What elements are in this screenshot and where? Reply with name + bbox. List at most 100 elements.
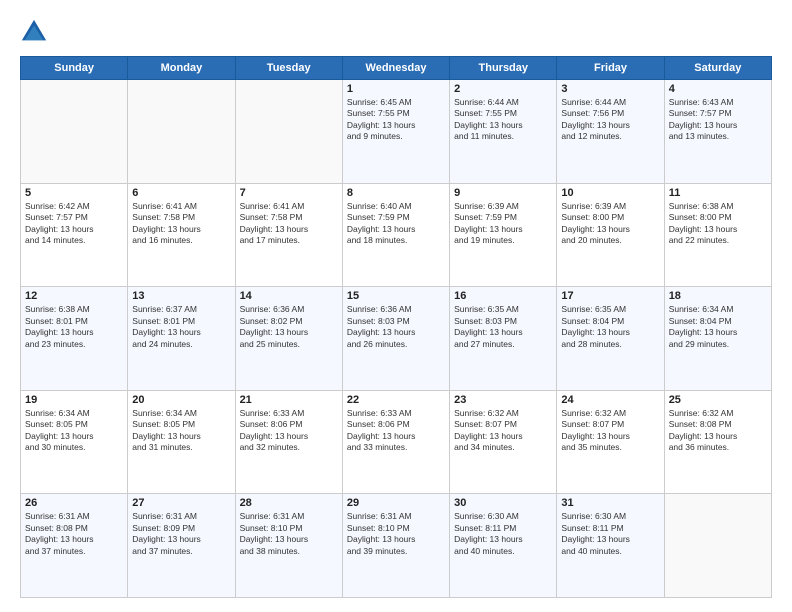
day-info: Sunrise: 6:39 AM Sunset: 8:00 PM Dayligh… <box>561 201 659 247</box>
day-info: Sunrise: 6:33 AM Sunset: 8:06 PM Dayligh… <box>347 408 445 454</box>
weekday-header-thursday: Thursday <box>450 57 557 80</box>
weekday-row: SundayMondayTuesdayWednesdayThursdayFrid… <box>21 57 772 80</box>
calendar-cell <box>128 80 235 184</box>
day-info: Sunrise: 6:44 AM Sunset: 7:56 PM Dayligh… <box>561 97 659 143</box>
day-info: Sunrise: 6:34 AM Sunset: 8:04 PM Dayligh… <box>669 304 767 350</box>
calendar-week-4: 19 Sunrise: 6:34 AM Sunset: 8:05 PM Dayli… <box>21 390 772 494</box>
day-number: 6 <box>132 187 230 199</box>
day-number: 19 <box>25 394 123 406</box>
day-info: Sunrise: 6:31 AM Sunset: 8:10 PM Dayligh… <box>240 511 338 557</box>
day-number: 31 <box>561 497 659 509</box>
calendar-cell <box>664 494 771 598</box>
calendar-cell: 27 Sunrise: 6:31 AM Sunset: 8:09 PM Dayli… <box>128 494 235 598</box>
calendar-cell: 6 Sunrise: 6:41 AM Sunset: 7:58 PM Daylig… <box>128 183 235 287</box>
day-number: 22 <box>347 394 445 406</box>
calendar-cell: 21Sunrise: 6:33 AM Sunset: 8:06 PM Dayli… <box>235 390 342 494</box>
calendar-cell: 25 Sunrise: 6:32 AM Sunset: 8:08 PM Dayli… <box>664 390 771 494</box>
calendar-cell: 3 Sunrise: 6:44 AM Sunset: 7:56 PM Daylig… <box>557 80 664 184</box>
calendar-cell: 5 Sunrise: 6:42 AM Sunset: 7:57 PM Daylig… <box>21 183 128 287</box>
day-info: Sunrise: 6:38 AM Sunset: 8:00 PM Dayligh… <box>669 201 767 247</box>
calendar-cell: 16 Sunrise: 6:35 AM Sunset: 8:03 PM Dayli… <box>450 287 557 391</box>
calendar-cell: 31 Sunrise: 6:30 AM Sunset: 8:11 PM Dayli… <box>557 494 664 598</box>
day-info: Sunrise: 6:31 AM Sunset: 8:09 PM Dayligh… <box>132 511 230 557</box>
day-number: 27 <box>132 497 230 509</box>
calendar-cell: 9Sunrise: 6:39 AM Sunset: 7:59 PM Daylig… <box>450 183 557 287</box>
day-number: 20 <box>132 394 230 406</box>
calendar-cell <box>21 80 128 184</box>
calendar-week-3: 12 Sunrise: 6:38 AM Sunset: 8:01 PM Dayli… <box>21 287 772 391</box>
calendar-body: 1Sunrise: 6:45 AM Sunset: 7:55 PM Daylig… <box>21 80 772 598</box>
day-number: 24 <box>561 394 659 406</box>
calendar-cell: 30 Sunrise: 6:30 AM Sunset: 8:11 PM Dayli… <box>450 494 557 598</box>
day-info: Sunrise: 6:32 AM Sunset: 8:07 PM Dayligh… <box>561 408 659 454</box>
calendar-cell: 7Sunrise: 6:41 AM Sunset: 7:58 PM Daylig… <box>235 183 342 287</box>
day-info: Sunrise: 6:43 AM Sunset: 7:57 PM Dayligh… <box>669 97 767 143</box>
calendar-cell: 15Sunrise: 6:36 AM Sunset: 8:03 PM Dayli… <box>342 287 449 391</box>
day-number: 3 <box>561 83 659 95</box>
day-number: 12 <box>25 290 123 302</box>
day-number: 15 <box>347 290 445 302</box>
calendar-cell: 11 Sunrise: 6:38 AM Sunset: 8:00 PM Dayli… <box>664 183 771 287</box>
day-number: 13 <box>132 290 230 302</box>
day-info: Sunrise: 6:31 AM Sunset: 8:08 PM Dayligh… <box>25 511 123 557</box>
day-number: 2 <box>454 83 552 95</box>
day-info: Sunrise: 6:41 AM Sunset: 7:58 PM Dayligh… <box>240 201 338 247</box>
weekday-header-saturday: Saturday <box>664 57 771 80</box>
header <box>20 18 772 46</box>
day-number: 14 <box>240 290 338 302</box>
day-info: Sunrise: 6:32 AM Sunset: 8:08 PM Dayligh… <box>669 408 767 454</box>
day-info: Sunrise: 6:42 AM Sunset: 7:57 PM Dayligh… <box>25 201 123 247</box>
calendar-cell: 20 Sunrise: 6:34 AM Sunset: 8:05 PM Dayli… <box>128 390 235 494</box>
day-info: Sunrise: 6:44 AM Sunset: 7:55 PM Dayligh… <box>454 97 552 143</box>
day-number: 1 <box>347 83 445 95</box>
calendar-cell: 28 Sunrise: 6:31 AM Sunset: 8:10 PM Dayli… <box>235 494 342 598</box>
day-number: 21 <box>240 394 338 406</box>
calendar-week-1: 1Sunrise: 6:45 AM Sunset: 7:55 PM Daylig… <box>21 80 772 184</box>
calendar-cell: 19 Sunrise: 6:34 AM Sunset: 8:05 PM Dayli… <box>21 390 128 494</box>
weekday-header-sunday: Sunday <box>21 57 128 80</box>
calendar-cell: 26 Sunrise: 6:31 AM Sunset: 8:08 PM Dayli… <box>21 494 128 598</box>
day-info: Sunrise: 6:31 AM Sunset: 8:10 PM Dayligh… <box>347 511 445 557</box>
day-info: Sunrise: 6:30 AM Sunset: 8:11 PM Dayligh… <box>454 511 552 557</box>
day-info: Sunrise: 6:34 AM Sunset: 8:05 PM Dayligh… <box>132 408 230 454</box>
day-number: 28 <box>240 497 338 509</box>
weekday-header-friday: Friday <box>557 57 664 80</box>
day-number: 25 <box>669 394 767 406</box>
day-info: Sunrise: 6:35 AM Sunset: 8:03 PM Dayligh… <box>454 304 552 350</box>
day-info: Sunrise: 6:38 AM Sunset: 8:01 PM Dayligh… <box>25 304 123 350</box>
calendar-cell: 24 Sunrise: 6:32 AM Sunset: 8:07 PM Dayli… <box>557 390 664 494</box>
weekday-header-wednesday: Wednesday <box>342 57 449 80</box>
calendar-cell: 29 Sunrise: 6:31 AM Sunset: 8:10 PM Dayli… <box>342 494 449 598</box>
day-info: Sunrise: 6:32 AM Sunset: 8:07 PM Dayligh… <box>454 408 552 454</box>
day-number: 30 <box>454 497 552 509</box>
calendar-cell: 4Sunrise: 6:43 AM Sunset: 7:57 PM Daylig… <box>664 80 771 184</box>
weekday-header-monday: Monday <box>128 57 235 80</box>
calendar-header: SundayMondayTuesdayWednesdayThursdayFrid… <box>21 57 772 80</box>
day-number: 16 <box>454 290 552 302</box>
day-number: 29 <box>347 497 445 509</box>
calendar-week-2: 5 Sunrise: 6:42 AM Sunset: 7:57 PM Daylig… <box>21 183 772 287</box>
day-info: Sunrise: 6:41 AM Sunset: 7:58 PM Dayligh… <box>132 201 230 247</box>
calendar-cell: 8 Sunrise: 6:40 AM Sunset: 7:59 PM Daylig… <box>342 183 449 287</box>
day-number: 10 <box>561 187 659 199</box>
logo <box>20 18 52 46</box>
calendar-cell: 2 Sunrise: 6:44 AM Sunset: 7:55 PM Daylig… <box>450 80 557 184</box>
calendar-cell: 13Sunrise: 6:37 AM Sunset: 8:01 PM Dayli… <box>128 287 235 391</box>
day-number: 5 <box>25 187 123 199</box>
calendar-week-5: 26 Sunrise: 6:31 AM Sunset: 8:08 PM Dayli… <box>21 494 772 598</box>
calendar-cell: 14Sunrise: 6:36 AM Sunset: 8:02 PM Dayli… <box>235 287 342 391</box>
day-info: Sunrise: 6:30 AM Sunset: 8:11 PM Dayligh… <box>561 511 659 557</box>
logo-icon <box>20 18 48 46</box>
day-number: 9 <box>454 187 552 199</box>
calendar-cell: 23Sunrise: 6:32 AM Sunset: 8:07 PM Dayli… <box>450 390 557 494</box>
day-info: Sunrise: 6:34 AM Sunset: 8:05 PM Dayligh… <box>25 408 123 454</box>
day-number: 18 <box>669 290 767 302</box>
day-number: 26 <box>25 497 123 509</box>
day-number: 8 <box>347 187 445 199</box>
day-number: 11 <box>669 187 767 199</box>
page: SundayMondayTuesdayWednesdayThursdayFrid… <box>0 0 792 612</box>
calendar-cell: 1Sunrise: 6:45 AM Sunset: 7:55 PM Daylig… <box>342 80 449 184</box>
weekday-header-tuesday: Tuesday <box>235 57 342 80</box>
calendar-cell <box>235 80 342 184</box>
day-info: Sunrise: 6:40 AM Sunset: 7:59 PM Dayligh… <box>347 201 445 247</box>
